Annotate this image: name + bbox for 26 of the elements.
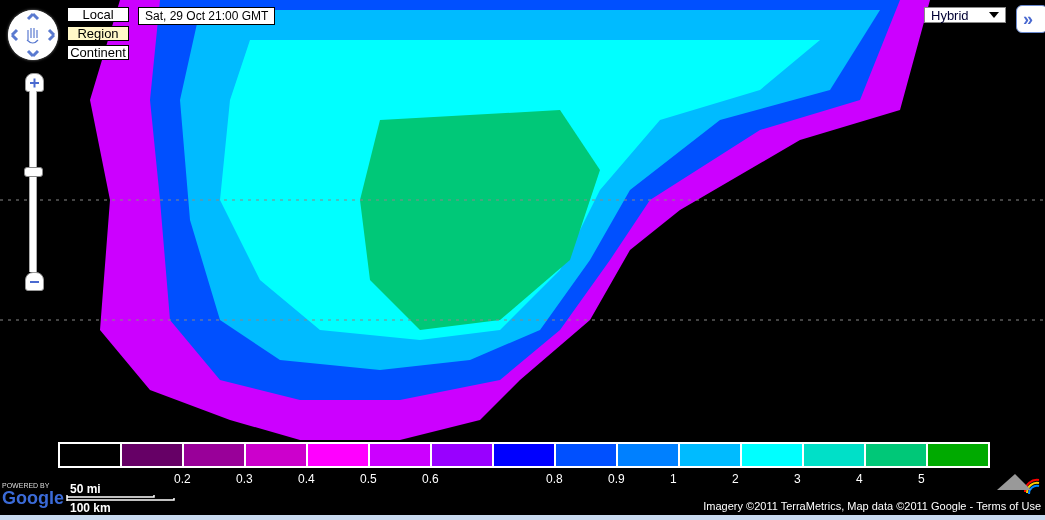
time-label: Sat, 29 Oct 21:00 GMT — [138, 7, 276, 25]
legend-label: 0.4 — [298, 472, 315, 486]
legend-label: 0.2 — [174, 472, 191, 486]
legend-label: 5 — [918, 472, 925, 486]
scale-km-label: 100 km — [70, 501, 111, 515]
legend-label: 2 — [732, 472, 739, 486]
zoom-slider-thumb[interactable] — [24, 167, 43, 178]
legend-label: 0.3 — [236, 472, 253, 486]
view-button[interactable]: Region — [67, 26, 129, 41]
legend-label: 3 — [794, 472, 801, 486]
scale-miles-label: 50 mi — [70, 482, 101, 496]
terms-link[interactable]: Terms of Use — [976, 500, 1041, 512]
legend-label: 0.9 — [608, 472, 625, 486]
legend-label: 1 — [670, 472, 677, 486]
caret-icon — [989, 12, 999, 18]
legend-label: 4 — [856, 472, 863, 486]
view-button[interactable]: Continent — [67, 45, 129, 60]
expand-button[interactable]: » — [1016, 5, 1045, 33]
map-type-dropdown[interactable]: Hybrid — [924, 7, 1006, 23]
attribution-text: Imagery ©2011 TerraMetrics, Map data ©2011 Google - — [703, 500, 974, 512]
legend-label: 0.6 — [422, 472, 439, 486]
view-button[interactable]: Local — [67, 7, 129, 22]
legend-label: 0.5 — [360, 472, 377, 486]
zoom-out-icon[interactable] — [25, 272, 44, 291]
legend-label: 0.8 — [546, 472, 563, 486]
logo[interactable]: Google — [2, 488, 64, 509]
